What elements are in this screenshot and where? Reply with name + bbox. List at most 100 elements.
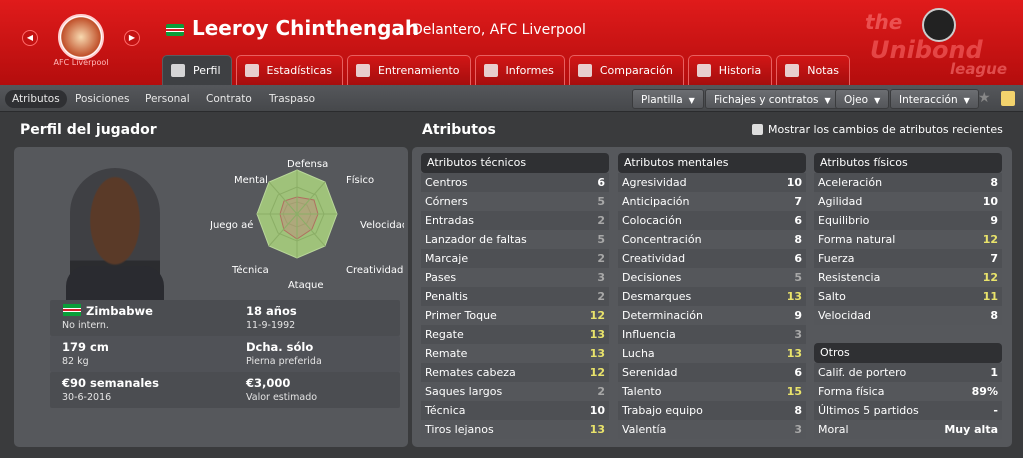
subtab-traspaso[interactable]: Traspaso	[262, 90, 322, 108]
ojeo-dropdown[interactable]: Ojeo ▼	[835, 89, 890, 109]
attribute-radar-chart: Defensa Mental Físico Juego aéreo Veloci…	[210, 157, 404, 299]
attribute-value: 9	[794, 309, 802, 322]
attribute-value: 7	[794, 195, 802, 208]
attribute-name: Resistencia	[818, 271, 881, 284]
attribute-row[interactable]: Decisiones 5	[618, 268, 806, 287]
attribute-row[interactable]: Trabajo equipo 8	[618, 401, 806, 420]
subtab-atributos[interactable]: Atributos	[5, 90, 67, 108]
attribute-row[interactable]: Forma natural 12	[814, 230, 1002, 249]
attribute-row[interactable]: Creatividad 6	[618, 249, 806, 268]
attribute-value: 8	[794, 233, 802, 246]
attribute-row[interactable]: Córners 5	[421, 192, 609, 211]
attribute-row[interactable]: Lucha 13	[618, 344, 806, 363]
attribute-row[interactable]: Influencia 3	[618, 325, 806, 344]
attribute-row[interactable]: Velocidad 8	[814, 306, 1002, 325]
player-name: Leeroy Chinthengah	[192, 16, 420, 40]
attribute-row[interactable]: Forma física 89%	[814, 382, 1002, 401]
tab-entrenamiento[interactable]: Entrenamiento	[346, 55, 471, 85]
attribute-row[interactable]: Agilidad 10	[814, 192, 1002, 211]
attribute-row[interactable]: Resistencia 12	[814, 268, 1002, 287]
attribute-row[interactable]: Colocación 6	[618, 211, 806, 230]
attribute-row[interactable]: Marcaje 2	[421, 249, 609, 268]
attribute-value: 10	[786, 176, 802, 189]
attribute-row[interactable]: Regate 13	[421, 325, 609, 344]
attribute-row[interactable]: Talento 15	[618, 382, 806, 401]
attribute-name: Forma física	[818, 385, 885, 398]
attribute-name: Agilidad	[818, 195, 863, 208]
attribute-row[interactable]: Aceleración 8	[814, 173, 1002, 192]
attribute-value: 8	[794, 404, 802, 417]
tab-estadisticas[interactable]: Estadísticas	[235, 55, 343, 85]
attribute-value: 6	[794, 366, 802, 379]
wage-value: €90 semanales	[62, 376, 159, 390]
show-recent-changes-checkbox[interactable]	[752, 124, 763, 135]
attribute-row[interactable]: Serenidad 6	[618, 363, 806, 382]
tab-informes[interactable]: Informes	[474, 55, 565, 85]
attribute-value: 10	[589, 404, 605, 417]
attribute-row[interactable]: Pases 3	[421, 268, 609, 287]
attribute-row[interactable]: Últimos 5 partidos -	[814, 401, 1002, 420]
attribute-value: 8	[990, 309, 998, 322]
previous-arrow-icon[interactable]: ◀	[22, 30, 38, 46]
attribute-row[interactable]: Entradas 2	[421, 211, 609, 230]
fichajes-dropdown[interactable]: Fichajes y contratos ▼	[705, 89, 840, 109]
attribute-row[interactable]: Técnica 10	[421, 401, 609, 420]
attribute-row[interactable]: Moral Muy alta	[814, 420, 1002, 439]
info-row-height-foot: 179 cm 82 kg Dcha. sólo Pierna preferida	[50, 336, 400, 372]
profile-icon	[171, 64, 185, 77]
attribute-row[interactable]: Saques largos 2	[421, 382, 609, 401]
subtab-personal[interactable]: Personal	[138, 90, 197, 108]
tab-historia[interactable]: Historia	[687, 55, 773, 85]
tab-comparacion[interactable]: Comparación	[568, 55, 684, 85]
attribute-name: Técnica	[425, 404, 466, 417]
tab-perfil[interactable]: Perfil	[162, 55, 232, 85]
attribute-name: Anticipación	[622, 195, 690, 208]
attribute-name: Concentración	[622, 233, 702, 246]
radar-label-velocidad: Velocidad	[360, 220, 404, 231]
attribute-name: Remate	[425, 347, 468, 360]
attribute-row[interactable]: Anticipación 7	[618, 192, 806, 211]
club-name-small: AFC Liverpool	[53, 58, 109, 67]
attribute-row[interactable]: Primer Toque 12	[421, 306, 609, 325]
radar-label-ataque: Ataque	[288, 280, 324, 291]
attribute-row[interactable]: Fuerza 7	[814, 249, 1002, 268]
attribute-row[interactable]: Determinación 9	[618, 306, 806, 325]
attribute-name: Pases	[425, 271, 457, 284]
attribute-row[interactable]: Concentración 8	[618, 230, 806, 249]
attribute-row[interactable]: Remate 13	[421, 344, 609, 363]
plantilla-dropdown[interactable]: Plantilla ▼	[632, 89, 704, 109]
tab-notas[interactable]: Notas	[776, 55, 850, 85]
attribute-row[interactable]: Valentía 3	[618, 420, 806, 439]
attribute-row[interactable]: Lanzador de faltas 5	[421, 230, 609, 249]
nationality-value[interactable]: Zimbabwe	[86, 304, 153, 318]
interaccion-dropdown[interactable]: Interacción ▼	[890, 89, 979, 109]
attribute-value: 12	[589, 309, 605, 322]
attributes-title: Atributos	[422, 122, 496, 138]
attribute-name: Fuerza	[818, 252, 855, 265]
star-icon[interactable]: ★	[978, 90, 991, 106]
attribute-row[interactable]: Remates cabeza 12	[421, 363, 609, 382]
next-arrow-icon[interactable]: ▶	[124, 30, 140, 46]
add-note-icon[interactable]	[1001, 91, 1015, 106]
attribute-name: Marcaje	[425, 252, 469, 265]
international-status: No intern.	[62, 320, 109, 331]
notes-icon	[785, 64, 800, 77]
attribute-row[interactable]: Equilibrio 9	[814, 211, 1002, 230]
subtab-posiciones[interactable]: Posiciones	[68, 90, 136, 108]
attribute-value: 3	[597, 271, 605, 284]
attribute-row[interactable]: Calif. de portero 1	[814, 363, 1002, 382]
club-crest-icon[interactable]	[58, 14, 104, 60]
subtab-contrato[interactable]: Contrato	[199, 90, 259, 108]
attribute-name: Forma natural	[818, 233, 896, 246]
contract-expiry: 30-6-2016	[62, 392, 112, 403]
attribute-row[interactable]: Agresividad 10	[618, 173, 806, 192]
attribute-row[interactable]: Centros 6	[421, 173, 609, 192]
attribute-row[interactable]: Tiros lejanos 13	[421, 420, 609, 439]
report-icon	[483, 64, 498, 77]
attribute-row[interactable]: Penaltis 2	[421, 287, 609, 306]
attribute-value: 5	[597, 233, 605, 246]
player-position-club[interactable]: Delantero, AFC Liverpool	[412, 22, 586, 38]
attribute-row[interactable]: Salto 11	[814, 287, 1002, 306]
attribute-value: 2	[597, 214, 605, 227]
attribute-row[interactable]: Desmarques 13	[618, 287, 806, 306]
